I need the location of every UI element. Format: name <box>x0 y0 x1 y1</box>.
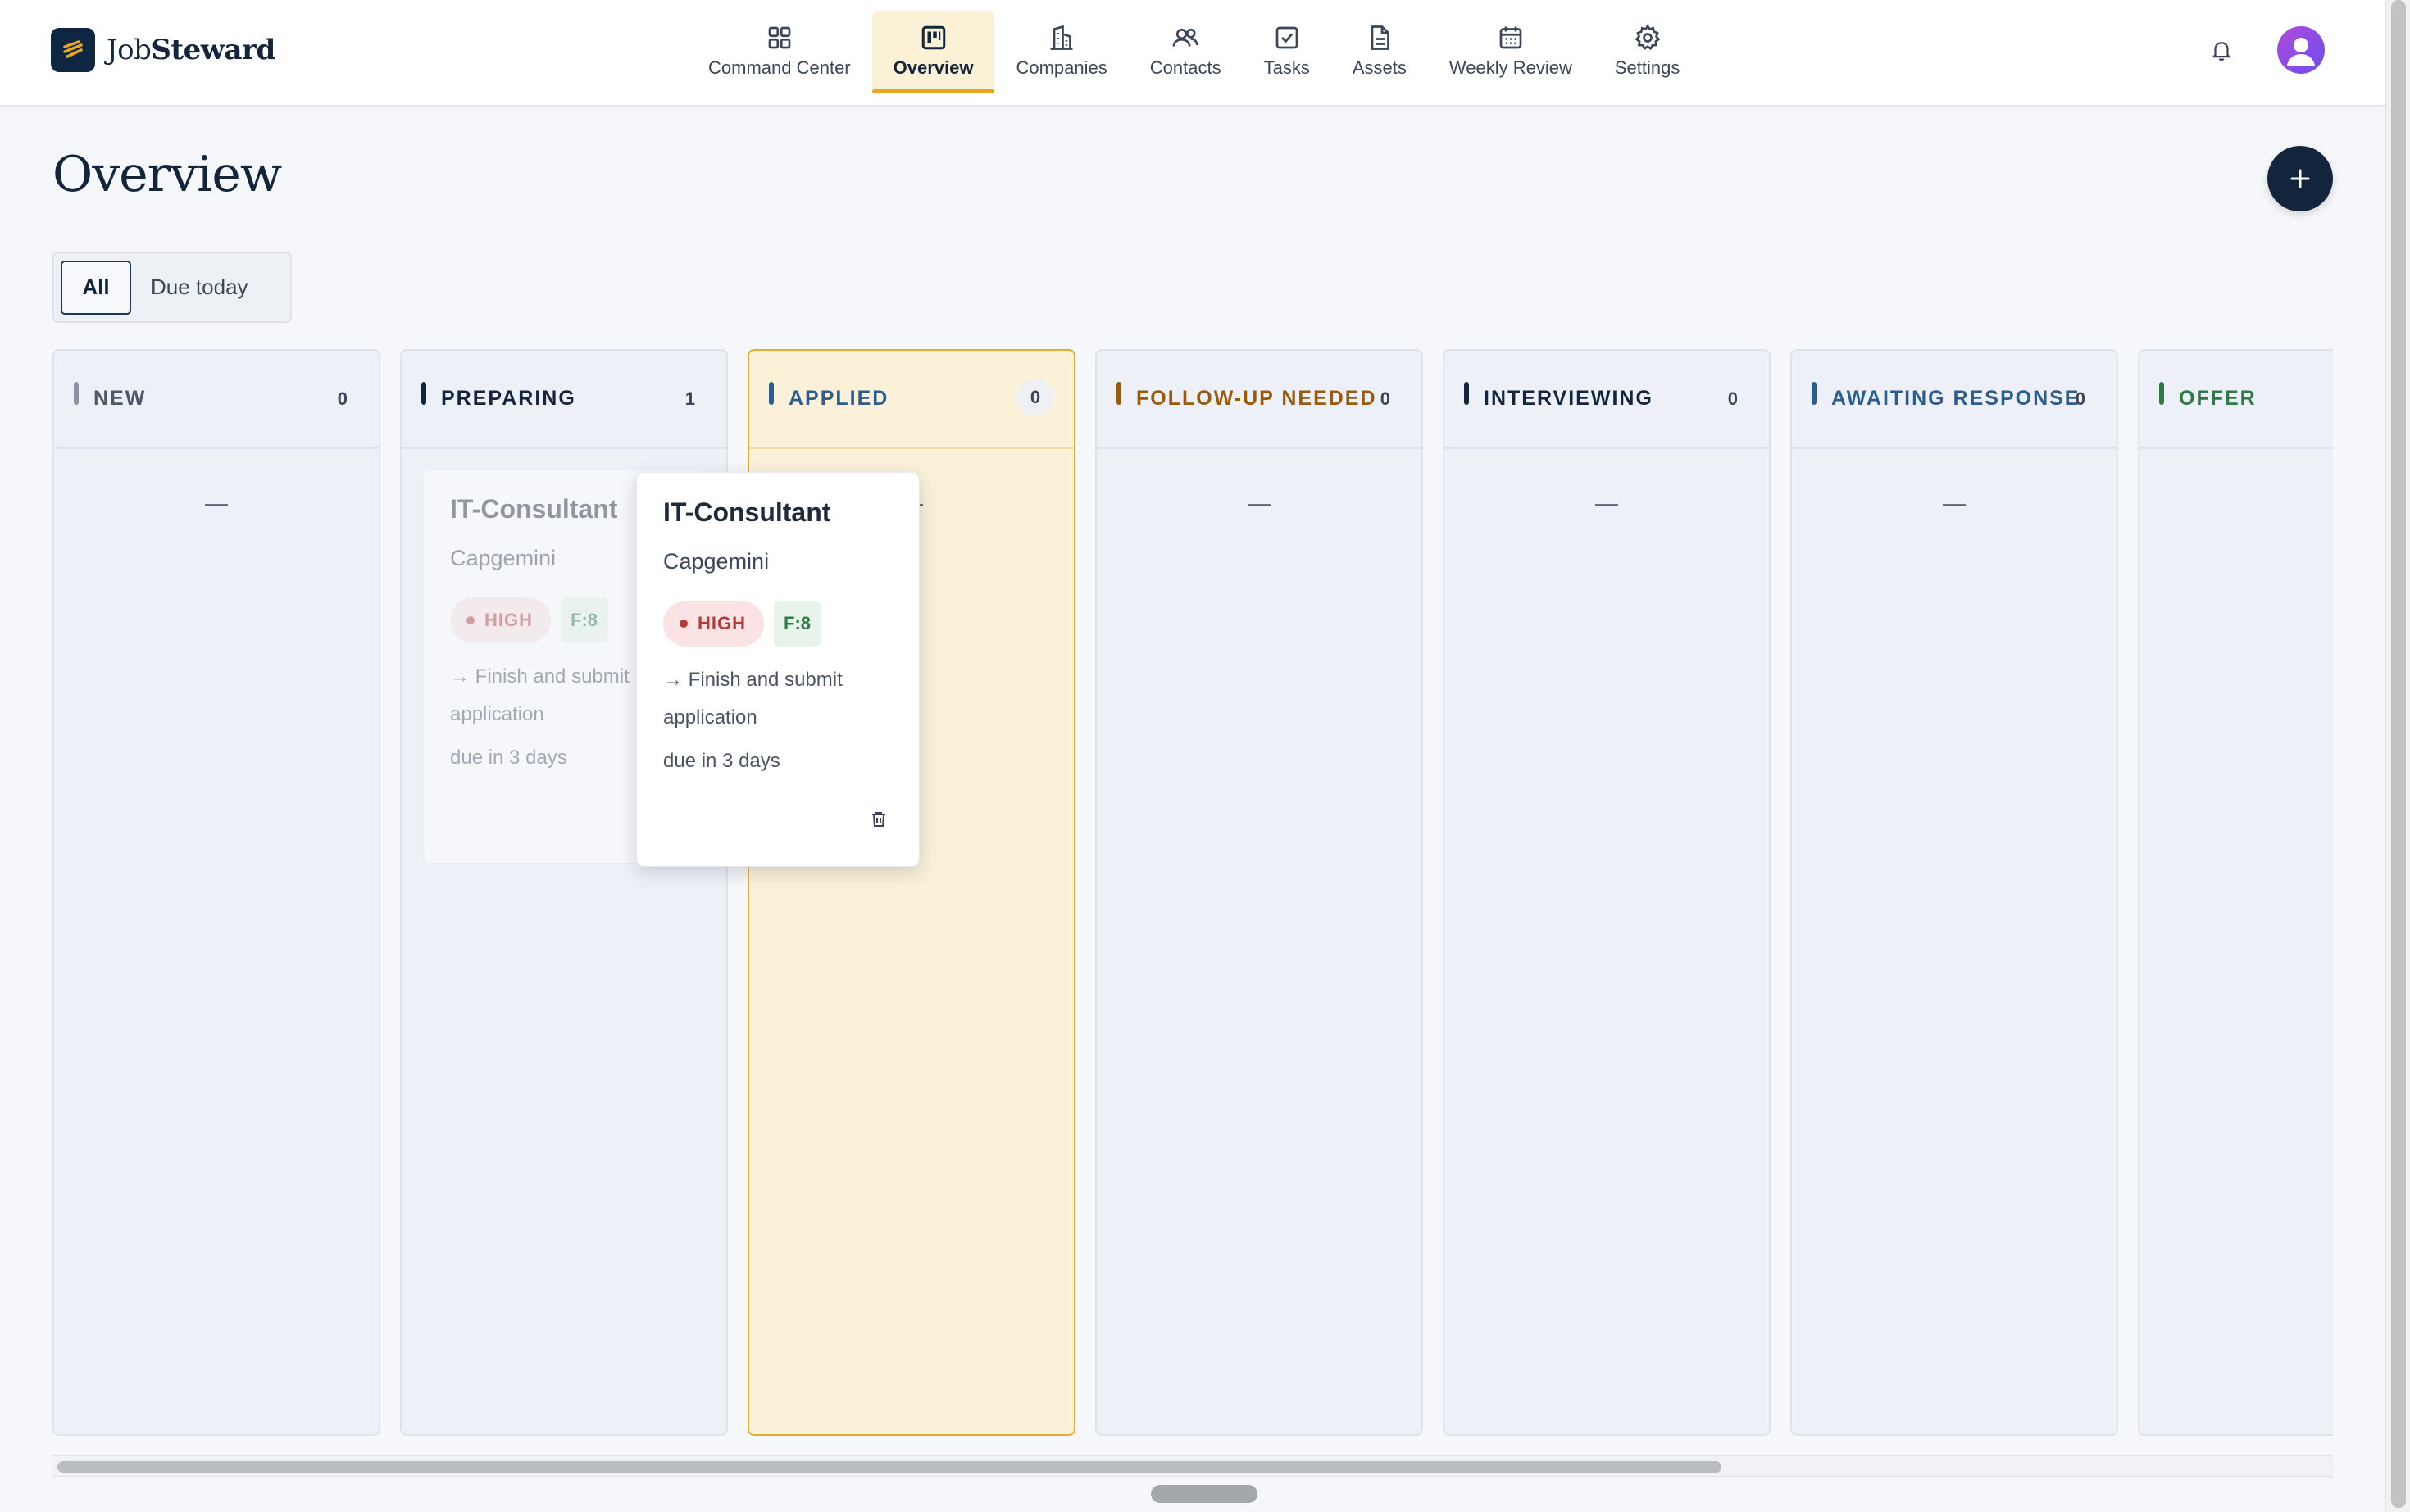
nav-label: Weekly Review <box>1448 57 1572 78</box>
column-color-marker <box>2159 382 2164 405</box>
column-title: NEW <box>93 387 147 410</box>
page-horizontal-scrollbar-thumb[interactable] <box>1151 1485 1257 1503</box>
gear-icon <box>1635 24 1661 51</box>
kanban-icon <box>921 25 945 50</box>
filter-due-today-button[interactable]: Due today <box>131 261 268 315</box>
column-title: APPLIED <box>789 387 889 410</box>
filter-all-button[interactable]: All <box>61 260 131 315</box>
nav-label: Overview <box>893 57 974 78</box>
add-application-button[interactable] <box>2267 146 2333 211</box>
column-title: INTERVIEWING <box>1484 387 1653 410</box>
board-scrollbar-thumb[interactable] <box>57 1461 1721 1473</box>
fit-score-badge: F:8 <box>561 597 607 643</box>
application-card-dragging[interactable]: IT-Consultant Capgemini HIGH F:8 → Finis… <box>636 472 920 867</box>
card-title: IT-Consultant <box>663 497 831 527</box>
nav-label: Contacts <box>1149 57 1221 78</box>
column-title: AWAITING RESPONSE <box>1831 387 2080 410</box>
nav-weekly-review[interactable]: Weekly Review <box>1428 11 1594 92</box>
column-follow-up-needed: FOLLOW-UP NEEDED 0 — <box>1095 349 1423 1436</box>
column-count: 1 <box>684 388 695 409</box>
column-color-marker <box>1464 382 1469 405</box>
nav-label: Assets <box>1352 57 1407 78</box>
fit-score-badge: F:8 <box>774 601 821 647</box>
column-empty-placeholder: — <box>1595 490 1618 515</box>
column-awaiting-response: AWAITING RESPONSE 0 — <box>1790 349 2118 1436</box>
logo-icon <box>51 28 95 72</box>
column-color-marker <box>74 382 79 405</box>
bell-icon <box>2211 42 2232 61</box>
nav-companies[interactable]: Companies <box>994 11 1128 92</box>
column-empty-placeholder: — <box>1943 490 1966 515</box>
notifications-button[interactable] <box>2205 34 2238 66</box>
column-count: 0 <box>337 388 348 409</box>
brand-name: JobSteward <box>107 34 275 66</box>
card-company: Capgemini <box>663 549 770 574</box>
nav-overview[interactable]: Overview <box>871 11 995 93</box>
brand-logo-link[interactable]: JobSteward <box>51 28 275 72</box>
document-icon <box>1371 25 1389 50</box>
nav-tasks[interactable]: Tasks <box>1243 11 1331 92</box>
column-header: OFFER <box>2139 351 2333 449</box>
column-header: INTERVIEWING 0 <box>1444 351 1769 449</box>
card-due-date: due in 3 days <box>663 750 780 772</box>
nav-label: Command Center <box>708 57 851 78</box>
column-header: NEW 0 <box>54 351 379 449</box>
nav-settings[interactable]: Settings <box>1594 11 1702 92</box>
column-header: AWAITING RESPONSE 0 <box>1792 351 2117 449</box>
column-empty-placeholder: — <box>1248 490 1271 515</box>
user-controls <box>2205 26 2325 74</box>
nav-label: Settings <box>1614 57 1680 78</box>
priority-badge: HIGH <box>663 601 764 647</box>
column-title: FOLLOW-UP NEEDED <box>1136 387 1377 410</box>
column-title: PREPARING <box>441 387 576 410</box>
kanban-board: NEW 0 — PREPARING 1 IT-Consultant Capgem… <box>52 349 2333 1436</box>
column-new: NEW 0 — <box>52 349 380 1436</box>
priority-dot-icon <box>680 620 688 628</box>
delete-card-button[interactable] <box>866 807 891 832</box>
trash-icon <box>872 812 885 827</box>
column-interviewing: INTERVIEWING 0 — <box>1443 349 1771 1436</box>
column-empty-placeholder: — <box>205 490 228 515</box>
column-empty-placeholder: — <box>2251 490 2333 516</box>
priority-badge: HIGH <box>450 597 551 643</box>
board-horizontal-scrollbar[interactable] <box>52 1455 2333 1477</box>
column-offer: OFFER — <box>2138 349 2333 1436</box>
page-title: Overview <box>52 146 282 203</box>
nav-command-center[interactable]: Command Center <box>687 11 872 92</box>
column-title: OFFER <box>2179 387 2257 410</box>
column-color-marker <box>1116 382 1121 405</box>
nav-label: Tasks <box>1263 57 1310 78</box>
card-next-action: → Finish and submit application <box>663 669 843 729</box>
column-header: APPLIED 0 <box>749 351 1074 449</box>
column-header: PREPARING 1 <box>402 351 726 449</box>
priority-dot-icon <box>466 616 475 624</box>
avatar[interactable] <box>2277 26 2325 74</box>
users-icon <box>1172 28 1198 47</box>
column-count: 0 <box>1380 388 1390 409</box>
filter-toggle: All Due today <box>52 252 292 323</box>
column-count: 0 <box>2075 388 2085 409</box>
user-icon <box>2287 38 2315 66</box>
column-color-marker <box>1812 382 1817 405</box>
page-vertical-scrollbar-thumb[interactable] <box>2391 0 2406 1508</box>
page-vertical-scrollbar[interactable] <box>2385 0 2410 1512</box>
grid-icon <box>768 26 791 49</box>
top-navigation-bar: JobSteward Command Center Overview Compa… <box>0 0 2385 107</box>
column-header: FOLLOW-UP NEEDED 0 <box>1097 351 1421 449</box>
checkbox-icon <box>1275 26 1298 49</box>
calendar-icon <box>1499 26 1522 49</box>
column-count: 0 <box>1016 379 1054 416</box>
nav-assets[interactable]: Assets <box>1331 11 1428 92</box>
main-nav: Command Center Overview Companies Contac… <box>687 11 1702 93</box>
card-tags: HIGH F:8 <box>663 601 893 647</box>
building-icon <box>1050 25 1073 50</box>
plus-icon <box>2290 169 2310 188</box>
column-count: 0 <box>1727 388 1738 409</box>
nav-label: Companies <box>1016 57 1107 78</box>
column-color-marker <box>421 382 426 405</box>
column-color-marker <box>769 382 774 405</box>
nav-contacts[interactable]: Contacts <box>1129 11 1243 92</box>
